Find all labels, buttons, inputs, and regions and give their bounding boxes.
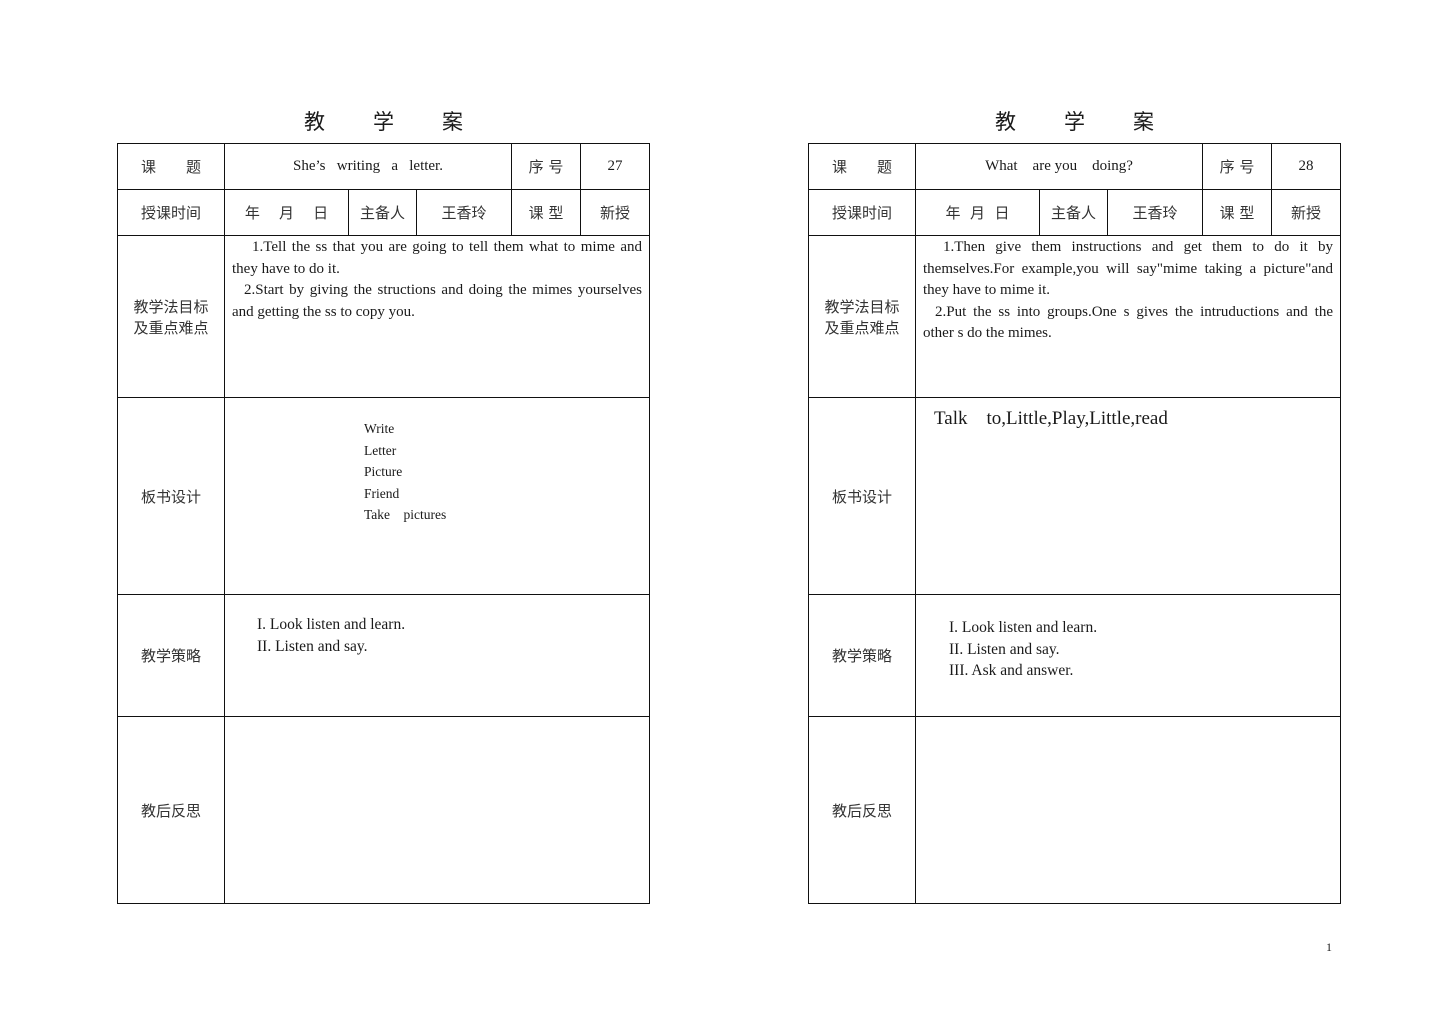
strategy-item: II. Listen and say. <box>949 640 1060 658</box>
board-content: Write Letter Picture Friend Take picture… <box>224 397 650 595</box>
objectives-content: 1.Then give them instructions and get th… <box>915 235 1341 398</box>
preparer-label: 主备人 <box>1039 189 1108 236</box>
board-item: Write <box>364 421 395 436</box>
serial-label: 序 号 <box>511 143 581 190</box>
objective-item: 2.Put the ss into groups.One s gives the… <box>923 303 1333 342</box>
lesson-plan-table: 课 题 She’s writing a letter. 序 号 27 授课时间 … <box>117 143 650 904</box>
sheet-title: 教学案 <box>808 106 1341 136</box>
serial-label: 序 号 <box>1202 143 1272 190</box>
board-label: 板书设计 <box>117 397 225 595</box>
objective-item: 2.Start by giving the structions and doi… <box>232 282 642 320</box>
objectives-label: 教学法目标 及重点难点 <box>808 235 916 398</box>
title-char: 教 <box>995 110 1016 134</box>
lesson-type-label: 课 型 <box>1202 189 1272 236</box>
lesson-plan-table: 课 题 What are you doing? 序 号 28 授课时间 年 月 … <box>808 143 1341 904</box>
board-item: Take pictures <box>364 507 447 523</box>
topic-value: She’s writing a letter. <box>224 143 512 190</box>
preparer-value: 王香玲 <box>416 189 512 236</box>
page-number: 1 <box>1326 940 1332 954</box>
strategy-label: 教学策略 <box>808 594 916 717</box>
objective-item: 1.Tell the ss that you are going to tell… <box>232 239 642 277</box>
objectives-label: 教学法目标 及重点难点 <box>117 235 225 398</box>
strategy-content: I. Look listen and learn. II. Listen and… <box>915 594 1341 717</box>
board-item: Talk to,Little,Play,Little,read <box>934 408 1168 429</box>
objectives-label-line: 教学法目标 <box>133 297 209 316</box>
serial-value: 28 <box>1271 143 1341 190</box>
strategy-item: I. Look listen and learn. <box>949 619 1098 636</box>
topic-label: 课 题 <box>808 143 916 190</box>
lesson-type-value: 新授 <box>580 189 650 236</box>
board-item: Picture <box>364 464 403 480</box>
lesson-type-label: 课 型 <box>511 189 581 236</box>
board-label: 板书设计 <box>808 397 916 595</box>
strategy-item: I. Look listen and learn. <box>257 616 406 633</box>
lesson-type-value: 新授 <box>1271 189 1341 236</box>
strategy-content: I. Look listen and learn. II. Listen and… <box>224 594 650 717</box>
board-item: Letter <box>364 442 397 458</box>
date-value: 年 月 日 <box>915 189 1040 236</box>
title-char: 学 <box>373 110 394 134</box>
serial-value: 27 <box>580 143 650 190</box>
date-value: 年 月 日 <box>224 189 349 236</box>
time-label: 授课时间 <box>117 189 225 236</box>
objectives-label-line: 及重点难点 <box>133 318 209 337</box>
title-char: 案 <box>1133 110 1154 134</box>
board-item: Friend <box>364 485 400 501</box>
board-content: Talk to,Little,Play,Little,read <box>915 397 1341 595</box>
objectives-content: 1.Tell the ss that you are going to tell… <box>224 235 650 398</box>
reflection-content <box>915 716 1341 904</box>
objectives-label-line: 及重点难点 <box>824 318 900 337</box>
preparer-value: 王香玲 <box>1107 189 1203 236</box>
title-char: 学 <box>1064 110 1085 134</box>
reflection-label: 教后反思 <box>117 716 225 904</box>
topic-value: What are you doing? <box>915 143 1203 190</box>
preparer-label: 主备人 <box>348 189 417 236</box>
strategy-item: III. Ask and answer. <box>949 662 1074 679</box>
objective-item: 1.Then give them instructions and get th… <box>923 239 1333 299</box>
sheet-title: 教学案 <box>117 106 650 136</box>
title-char: 教 <box>304 110 325 134</box>
strategy-item: II. Listen and say. <box>257 638 368 655</box>
reflection-content <box>224 716 650 904</box>
objectives-label-line: 教学法目标 <box>824 297 900 316</box>
title-char: 案 <box>442 110 463 134</box>
reflection-label: 教后反思 <box>808 716 916 904</box>
time-label: 授课时间 <box>808 189 916 236</box>
topic-label: 课 题 <box>117 143 225 190</box>
strategy-label: 教学策略 <box>117 594 225 717</box>
